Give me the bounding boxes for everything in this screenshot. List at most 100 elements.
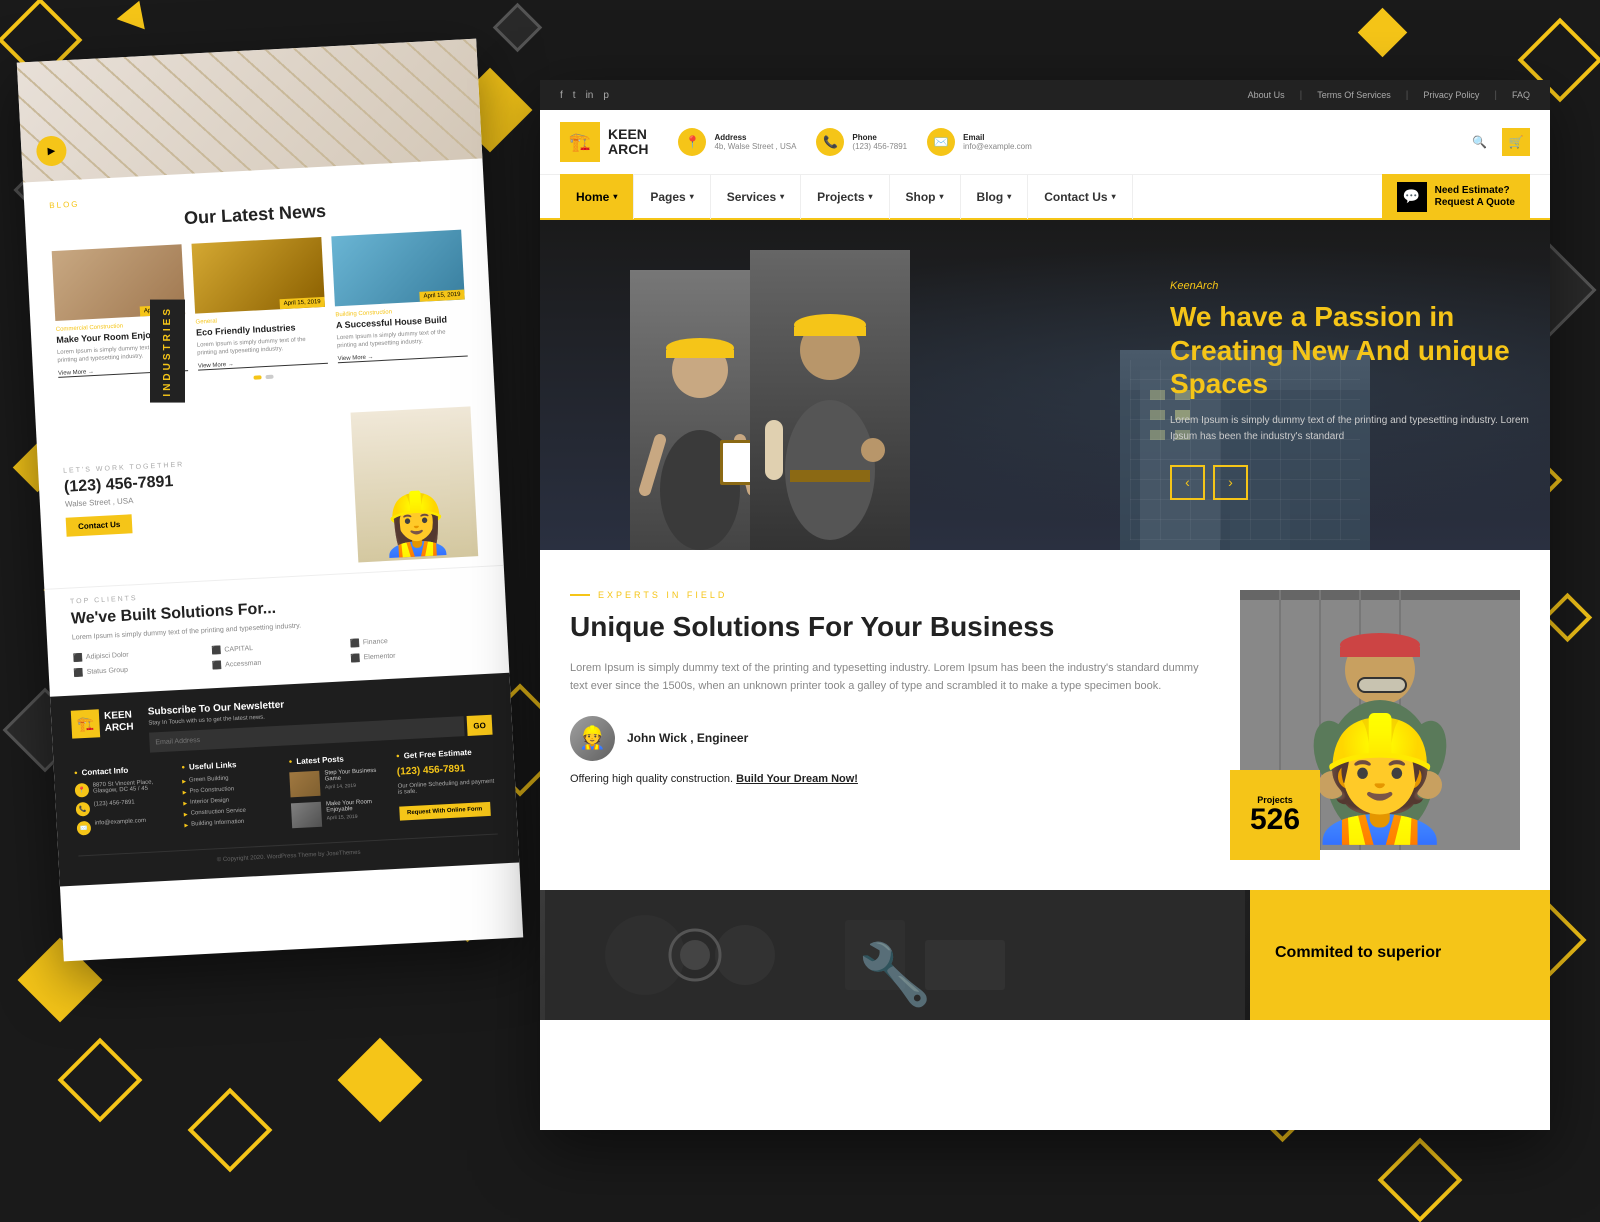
email-value: info@example.com bbox=[963, 142, 1032, 151]
blog-card-3: April 15, 2019 Building Construction A S… bbox=[331, 230, 467, 363]
footer-posts-title: Latest Posts bbox=[289, 753, 387, 767]
footer-newsletter: Subscribe To Our Newsletter Stay In Touc… bbox=[133, 689, 493, 754]
online-form-btn[interactable]: Request With Online Form bbox=[399, 802, 491, 821]
nav-services[interactable]: Services ▾ bbox=[711, 174, 801, 219]
cta-section: LET'S WORK TOGETHER (123) 456-7891 Walse… bbox=[35, 395, 503, 589]
bottom-cta-title: Commited to superior bbox=[1275, 944, 1441, 962]
useful-5[interactable]: Building Information bbox=[184, 817, 282, 829]
nav-projects[interactable]: Projects ▾ bbox=[801, 174, 889, 219]
search-button[interactable]: 🔍 bbox=[1467, 130, 1492, 155]
industries-label: Industries bbox=[150, 300, 185, 403]
nav-shop[interactable]: Shop ▾ bbox=[890, 174, 961, 219]
contact-email-text: info@example.com bbox=[95, 818, 147, 827]
dot-2[interactable] bbox=[265, 374, 273, 378]
estimate-text: Our Online Scheduling and payment is saf… bbox=[398, 779, 496, 796]
cart-button[interactable]: 🛒 bbox=[1502, 128, 1530, 156]
hero-section: KeenArch We have a Passion in Creating N… bbox=[540, 220, 1550, 550]
phone-icon-header: 📞 bbox=[816, 128, 844, 156]
experts-section: EXPERTS IN FIELD Unique Solutions For Yo… bbox=[540, 550, 1550, 890]
contact-address: 📍 8870 St Vincent Place, Glasgow, DC 45 … bbox=[75, 779, 173, 798]
post-title-2: Make Your Room Enjoyable bbox=[326, 798, 389, 813]
blog-arrow: ▾ bbox=[1007, 192, 1011, 201]
privacy-link[interactable]: Privacy Policy bbox=[1423, 90, 1479, 100]
client-2: CAPITAL bbox=[211, 640, 344, 656]
logo[interactable]: 🏗️ KEEN ARCH bbox=[560, 122, 648, 162]
site-header: 🏗️ KEEN ARCH 📍 Address 4b, Walse Street … bbox=[540, 110, 1550, 175]
useful-3[interactable]: Interior Design bbox=[183, 795, 281, 807]
dot-1[interactable] bbox=[253, 375, 261, 379]
blog-text-3: Lorem Ipsum is simply dummy text of the … bbox=[336, 327, 467, 351]
blog-text-2: Lorem Ipsum is simply dummy text of the … bbox=[197, 335, 328, 359]
hero-next-button[interactable]: › bbox=[1213, 465, 1248, 500]
expert-profile: 👷 John Wick , Engineer bbox=[570, 716, 1200, 761]
nav-home[interactable]: Home ▾ bbox=[560, 174, 634, 219]
estimate-phone: (123) 456-7891 bbox=[397, 762, 495, 778]
nav-cta-text: Need Estimate?Request A Quote bbox=[1435, 185, 1515, 209]
footer-estimate-col: Get Free Estimate (123) 456-7891 Our Onl… bbox=[396, 747, 497, 829]
client-1: Adipisci Dolor bbox=[73, 647, 206, 663]
facebook-icon[interactable]: f bbox=[560, 90, 563, 101]
faq-link[interactable]: FAQ bbox=[1512, 90, 1530, 100]
blog-card-image-2: April 15, 2019 bbox=[191, 237, 324, 314]
home-arrow: ▾ bbox=[613, 192, 617, 201]
address-info: 📍 Address 4b, Walse Street , USA bbox=[678, 128, 796, 156]
hero-title: We have a Passion in Creating New And un… bbox=[1170, 300, 1530, 401]
twitter-icon[interactable]: t bbox=[573, 90, 576, 101]
experts-title: Unique Solutions For Your Business bbox=[570, 610, 1200, 644]
pages-arrow: ▾ bbox=[690, 192, 694, 201]
blog-date-3: April 15, 2019 bbox=[419, 290, 464, 302]
hero-prev-button[interactable]: ‹ bbox=[1170, 465, 1205, 500]
useful-4[interactable]: Construction Service bbox=[184, 806, 282, 818]
post-1: Step Your Business Game April 14, 2019 bbox=[289, 768, 388, 798]
blog-card-2: April 15, 2019 General Eco Friendly Indu… bbox=[191, 237, 327, 370]
useful-1[interactable]: Green Building bbox=[182, 773, 280, 785]
client-3: Finance bbox=[350, 632, 483, 648]
useful-2[interactable]: Pro Construction bbox=[183, 784, 281, 796]
main-navigation: Home ▾ Pages ▾ Services ▾ Projects ▾ Sho… bbox=[540, 175, 1550, 220]
hero-content: KeenArch We have a Passion in Creating N… bbox=[1170, 280, 1530, 500]
email-icon: ✉️ bbox=[77, 821, 92, 836]
pinterest-icon[interactable]: p bbox=[603, 90, 609, 101]
terms-link[interactable]: Terms Of Services bbox=[1317, 90, 1391, 100]
contact-address-text: 8870 St Vincent Place, Glasgow, DC 45 / … bbox=[93, 779, 173, 795]
instagram-icon[interactable]: in bbox=[586, 90, 594, 101]
projects-arrow: ▾ bbox=[869, 192, 873, 201]
badge-number: 526 bbox=[1250, 805, 1300, 835]
play-button[interactable]: ▶ bbox=[36, 135, 68, 167]
social-icons: f t in p bbox=[560, 90, 609, 101]
experts-description: Lorem Ipsum is simply dummy text of the … bbox=[570, 659, 1200, 696]
header-info: 📍 Address 4b, Walse Street , USA 📞 Phone… bbox=[678, 128, 1031, 156]
experts-tag: EXPERTS IN FIELD bbox=[570, 590, 1200, 600]
build-link[interactable]: Build Your Dream Now! bbox=[736, 773, 858, 785]
topbar: f t in p About Us | Terms Of Services | … bbox=[540, 80, 1550, 110]
bottom-section: Commited to superior bbox=[540, 890, 1550, 1020]
post-2: Make Your Room Enjoyable April 15, 2019 bbox=[291, 798, 390, 828]
about-link[interactable]: About Us bbox=[1248, 90, 1285, 100]
view-more-2[interactable]: View More → bbox=[198, 357, 328, 371]
newsletter-submit[interactable]: GO bbox=[467, 715, 493, 736]
nav-cta-icon: 💬 bbox=[1397, 182, 1427, 212]
nav-contact[interactable]: Contact Us ▾ bbox=[1028, 174, 1132, 219]
hero-workers bbox=[600, 230, 980, 550]
logo-icon: 🏗️ bbox=[560, 122, 600, 162]
footer-logo: 🏗️ KEENARCH bbox=[71, 708, 134, 739]
experts-image: Projects 526 bbox=[1240, 590, 1520, 850]
email-label: Email bbox=[963, 133, 1032, 142]
footer-contact-col: Contact Info 📍 8870 St Vincent Place, Gl… bbox=[74, 764, 175, 846]
logo-text: KEEN ARCH bbox=[608, 127, 648, 158]
email-info: ✉️ Email info@example.com bbox=[927, 128, 1032, 156]
nav-cta-button[interactable]: 💬 Need Estimate?Request A Quote bbox=[1382, 174, 1530, 220]
blog-card-image-3: April 15, 2019 bbox=[331, 230, 464, 307]
nav-blog[interactable]: Blog ▾ bbox=[961, 174, 1029, 219]
projects-badge: Projects 526 bbox=[1230, 770, 1320, 860]
contact-phone: 📞 (123) 456-7891 bbox=[76, 798, 174, 817]
left-footer: 🏗️ KEENARCH Subscribe To Our Newsletter … bbox=[50, 673, 519, 887]
view-more-3[interactable]: View More → bbox=[338, 349, 468, 363]
hero-description: Lorem Ipsum is simply dummy text of the … bbox=[1170, 413, 1530, 445]
phone-info: 📞 Phone (123) 456-7891 bbox=[816, 128, 907, 156]
phone-value: (123) 456-7891 bbox=[852, 142, 907, 151]
bottom-image bbox=[540, 890, 1250, 1020]
contact-us-button[interactable]: Contact Us bbox=[66, 515, 133, 537]
location-icon: 📍 bbox=[75, 783, 90, 798]
nav-pages[interactable]: Pages ▾ bbox=[634, 174, 710, 219]
